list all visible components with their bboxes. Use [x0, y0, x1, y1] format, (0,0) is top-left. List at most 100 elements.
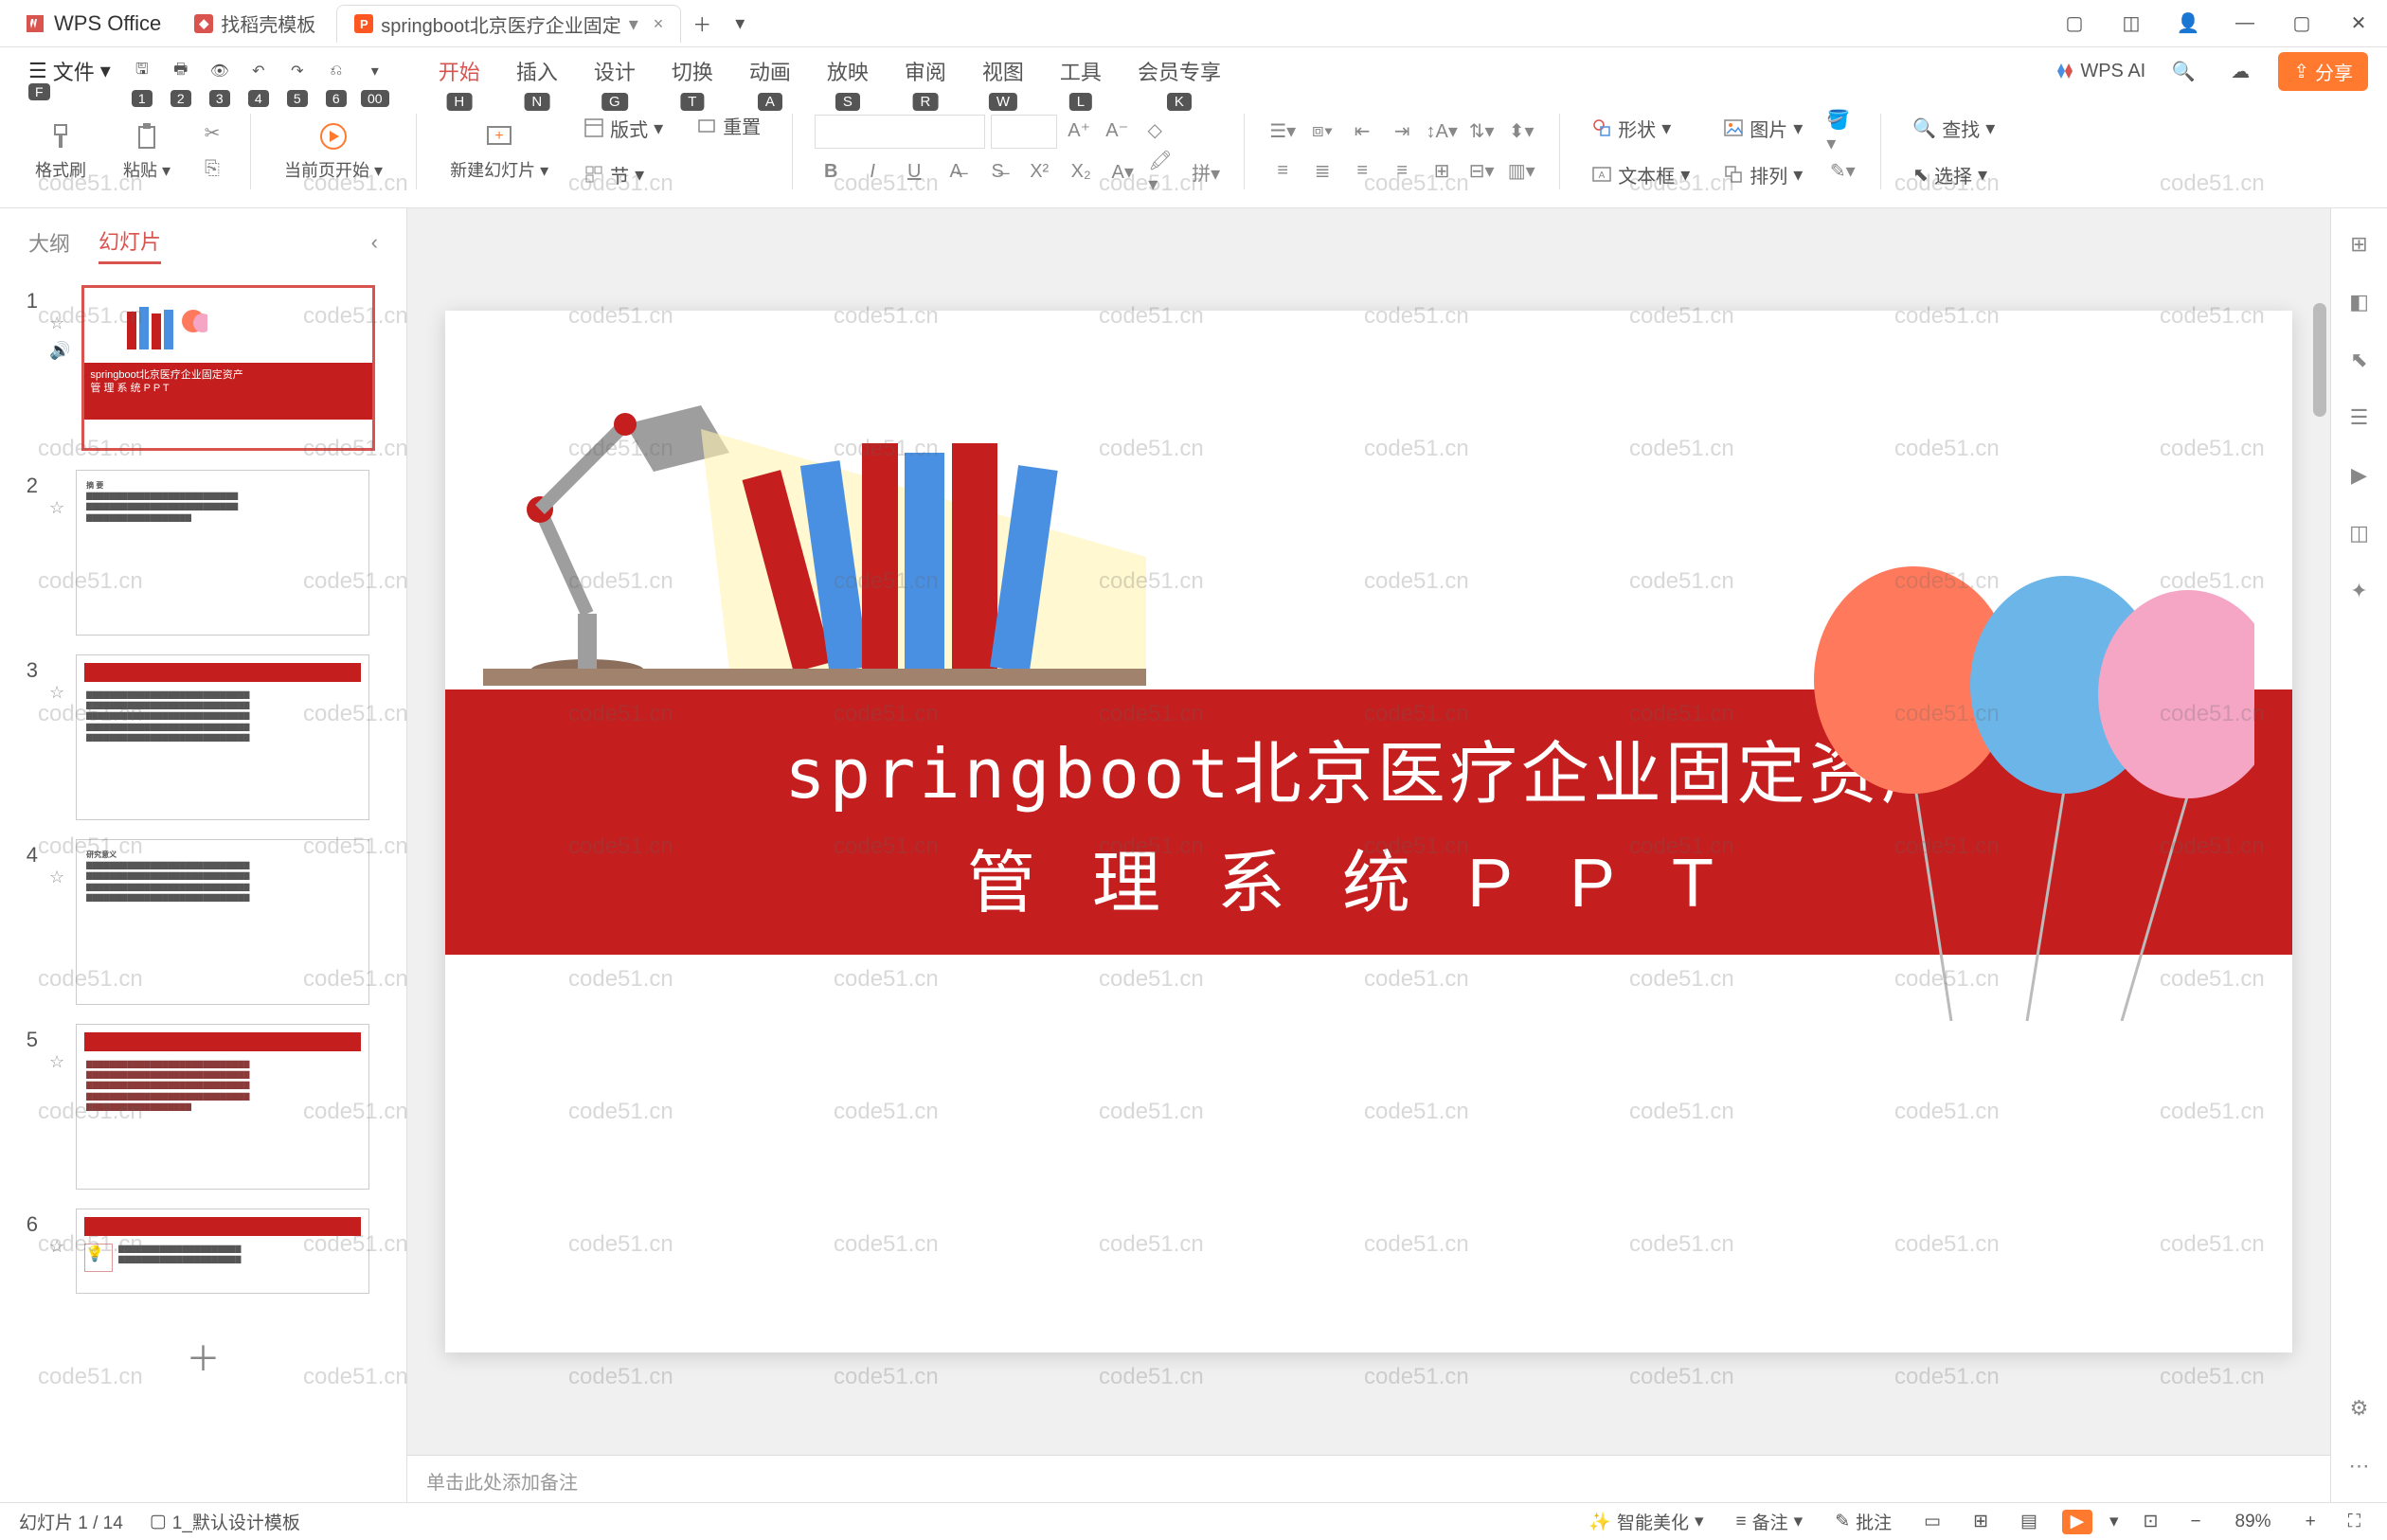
font-size-select[interactable]: [991, 115, 1057, 149]
close-window-button[interactable]: ✕: [2340, 5, 2378, 43]
sound-icon[interactable]: 🔊: [49, 341, 70, 361]
star-icon[interactable]: ☆: [49, 313, 70, 333]
share-button[interactable]: ⇪ 分享: [2278, 52, 2368, 91]
underline-button[interactable]: U: [898, 156, 930, 188]
sidebar-settings-icon[interactable]: ⚙: [2342, 1391, 2377, 1425]
add-slide-button[interactable]: ＋: [19, 1313, 387, 1400]
slide-thumb-1[interactable]: springboot北京医疗企业固定资产管 理 系 统 P P T: [81, 285, 375, 451]
search-icon[interactable]: 🔍: [2164, 52, 2202, 90]
line-spacing-button[interactable]: ⇅▾: [1465, 116, 1498, 148]
tab-dropdown-icon[interactable]: ▾: [629, 12, 638, 36]
view-sorter-icon[interactable]: ⊞: [1965, 1507, 1996, 1536]
copy-button[interactable]: ⎘: [196, 153, 228, 186]
minimize-button[interactable]: —: [2226, 5, 2264, 43]
sidebar-style-icon[interactable]: ◧: [2342, 285, 2377, 319]
italic-button[interactable]: I: [856, 156, 888, 188]
qat-preview[interactable]: 👁3: [203, 54, 237, 88]
menu-tab-insert[interactable]: 插入N: [512, 48, 562, 94]
paste-button[interactable]: 粘贴 ▾: [112, 114, 182, 189]
sidebar-more-icon[interactable]: ⋯: [2342, 1449, 2377, 1483]
highlight-button[interactable]: 🖍▾: [1148, 156, 1180, 188]
view-normal-icon[interactable]: ▭: [1916, 1507, 1948, 1536]
file-menu[interactable]: ☰ 文件 ▾ F: [19, 50, 120, 92]
subscript-button[interactable]: X₂: [1065, 156, 1097, 188]
cut-button[interactable]: ✂: [196, 117, 228, 150]
layout-button[interactable]: 版式 ▾: [574, 109, 673, 148]
outline-button[interactable]: ✎▾: [1826, 155, 1858, 188]
align-center-button[interactable]: ≣: [1306, 155, 1338, 188]
textbox-button[interactable]: A 文本框 ▾: [1582, 155, 1699, 194]
qat-print[interactable]: 🖶2: [164, 54, 198, 88]
sidebar-resource-icon[interactable]: ◫: [2342, 516, 2377, 550]
bullets-button[interactable]: ☰▾: [1266, 116, 1299, 148]
qat-6[interactable]: ⎌6: [319, 54, 353, 88]
font-color-button[interactable]: A▾: [1106, 156, 1139, 188]
window-tabs-icon[interactable]: ▢: [2055, 5, 2093, 43]
format-brush-button[interactable]: 格式刷: [24, 114, 98, 189]
columns-button[interactable]: ▥▾: [1505, 155, 1537, 188]
fill-button[interactable]: 🪣▾: [1826, 116, 1858, 148]
star-icon[interactable]: ☆: [49, 1052, 64, 1072]
superscript-button[interactable]: X²: [1023, 156, 1055, 188]
pinyin-button[interactable]: 拼▾: [1190, 156, 1222, 188]
strikethrough-button[interactable]: S̶: [981, 156, 1014, 188]
star-icon[interactable]: ☆: [49, 683, 64, 703]
menu-tab-view[interactable]: 视图W: [978, 48, 1028, 94]
fit-screen-button[interactable]: ⛶: [2341, 1508, 2368, 1536]
star-icon[interactable]: ☆: [49, 498, 64, 518]
zoom-in-button[interactable]: +: [2298, 1508, 2324, 1536]
tab-templates[interactable]: ◆ 找稻壳模板: [177, 5, 332, 43]
align-vertical-button[interactable]: ⊟▾: [1465, 155, 1498, 188]
indent-left-button[interactable]: ⇤: [1346, 116, 1378, 148]
zoom-level[interactable]: 89%: [2226, 1512, 2281, 1532]
sidebar-tool-icon[interactable]: ✦: [2342, 574, 2377, 608]
slides-tab[interactable]: 幻灯片: [99, 220, 161, 264]
text-direction-button[interactable]: ↕A▾: [1426, 116, 1458, 148]
font-family-select[interactable]: [815, 115, 985, 149]
menu-tab-review[interactable]: 审阅R: [901, 48, 950, 94]
maximize-button[interactable]: ▢: [2283, 5, 2321, 43]
qat-more[interactable]: ▾00: [358, 54, 392, 88]
distribute-button[interactable]: ⊞: [1426, 155, 1458, 188]
qat-redo[interactable]: ↷5: [280, 54, 314, 88]
clear-format-button[interactable]: ◇: [1139, 115, 1171, 147]
menu-tab-animation[interactable]: 动画A: [745, 48, 795, 94]
numbering-button[interactable]: ⧈▾: [1306, 116, 1338, 148]
arrange-button[interactable]: 排列 ▾: [1714, 155, 1812, 194]
view-mode-icon[interactable]: ⊡: [2136, 1507, 2166, 1536]
qat-undo[interactable]: ↶4: [242, 54, 276, 88]
slide-thumb-3[interactable]: ▇▇▇▇▇▇▇▇▇▇▇▇▇▇▇▇▇▇▇▇▇▇▇▇▇▇▇▇▇▇▇▇▇▇▇▇▇▇▇▇…: [76, 654, 369, 820]
select-button[interactable]: ⬉ 选择 ▾: [1903, 155, 2004, 194]
slide-thumb-2[interactable]: 摘 要▇▇▇▇▇▇▇▇▇▇▇▇▇▇▇▇▇▇▇▇▇▇▇▇▇▇▇▇▇▇▇▇▇▇▇▇▇…: [76, 470, 369, 636]
tab-document[interactable]: P springboot北京医疗企业固定 ▾ ×: [336, 5, 681, 43]
outline-tab[interactable]: 大纲: [28, 222, 70, 263]
shape-button[interactable]: 形状 ▾: [1582, 109, 1699, 148]
menu-tab-transition[interactable]: 切换T: [668, 48, 717, 94]
slide-thumb-5[interactable]: ▇▇▇▇▇▇▇▇▇▇▇▇▇▇▇▇▇▇▇▇▇▇▇▇▇▇▇▇▇▇▇▇▇▇▇▇▇▇▇▇…: [76, 1024, 369, 1190]
vertical-scrollbar[interactable]: [2313, 303, 2326, 417]
sidebar-animation-icon[interactable]: ▶: [2342, 458, 2377, 492]
slide-thumb-6[interactable]: 💡▇▇▇▇▇▇▇▇▇▇▇▇▇▇▇▇▇▇▇▇▇▇▇▇▇▇▇▇▇▇▇▇▇▇▇▇▇▇▇…: [76, 1209, 369, 1294]
increase-font-button[interactable]: A⁺: [1063, 115, 1095, 147]
slideshow-button[interactable]: ▶: [2062, 1510, 2092, 1534]
menu-tab-start[interactable]: 开始H: [435, 48, 484, 94]
menu-tab-slideshow[interactable]: 放映S: [823, 48, 872, 94]
bold-button[interactable]: B: [815, 156, 847, 188]
slide-thumb-4[interactable]: 研究意义▇▇▇▇▇▇▇▇▇▇▇▇▇▇▇▇▇▇▇▇▇▇▇▇▇▇▇▇▇▇▇▇▇▇▇▇…: [76, 839, 369, 1005]
indent-right-button[interactable]: ⇥: [1386, 116, 1418, 148]
sidebar-select-icon[interactable]: ⬉: [2342, 343, 2377, 377]
star-icon[interactable]: ☆: [49, 868, 64, 887]
from-current-button[interactable]: 当前页开始 ▾: [273, 114, 394, 189]
cube-icon[interactable]: ◫: [2112, 5, 2150, 43]
view-reading-icon[interactable]: ▤: [2013, 1507, 2045, 1536]
strike-button[interactable]: A̶: [940, 156, 972, 188]
reset-button[interactable]: 重置: [687, 106, 770, 145]
slideshow-dropdown[interactable]: ▾: [2109, 1511, 2119, 1532]
section-button[interactable]: 节 ▾: [574, 155, 673, 194]
decrease-font-button[interactable]: A⁻: [1101, 115, 1133, 147]
sidebar-new-icon[interactable]: ⊞: [2342, 227, 2377, 261]
avatar-icon[interactable]: 👤: [2169, 5, 2207, 43]
close-tab-icon[interactable]: ×: [654, 14, 664, 34]
notes-toggle[interactable]: ≡ 备注 ▾: [1729, 1505, 1811, 1538]
template-name[interactable]: ▢ 1_默认设计模板: [142, 1505, 308, 1538]
